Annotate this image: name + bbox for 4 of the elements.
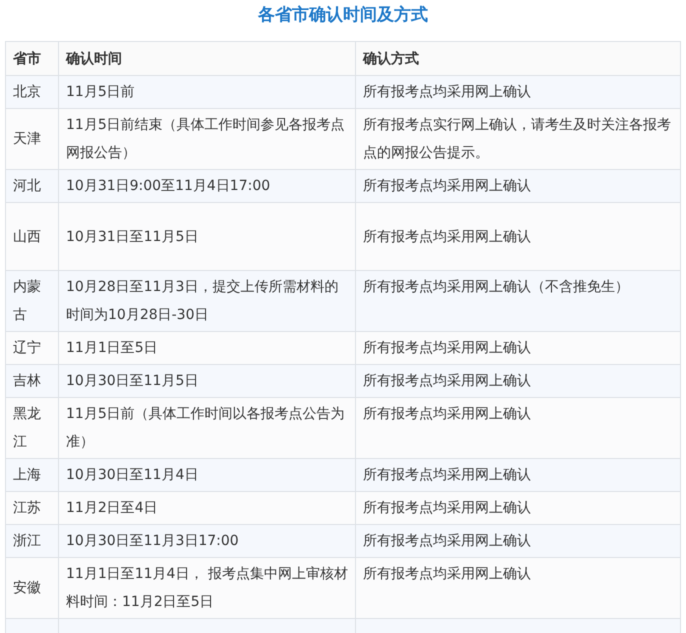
column-header: 确认方式 [356,42,680,76]
page-title: 各省市确认时间及方式 [256,4,429,27]
column-header: 省市 [6,42,58,76]
column-header: 确认时间 [58,42,356,76]
